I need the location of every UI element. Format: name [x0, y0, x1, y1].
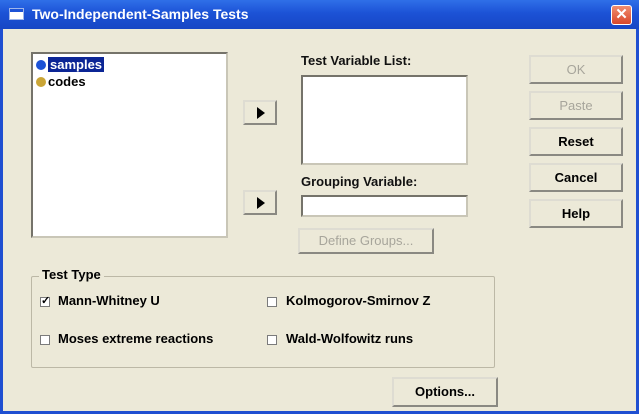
- mann-whitney-checkbox[interactable]: [40, 294, 50, 307]
- close-button[interactable]: ✕: [611, 5, 632, 25]
- ok-button[interactable]: OK: [529, 55, 623, 84]
- wald-wolfowitz-checkbox[interactable]: [267, 335, 277, 345]
- variable-item-samples[interactable]: samples: [36, 57, 105, 72]
- nominal-variable-icon: [36, 77, 46, 87]
- scale-variable-icon: [36, 60, 46, 70]
- window-icon: [9, 8, 24, 20]
- test-variable-list[interactable]: [301, 75, 468, 165]
- arrow-right-icon: [257, 197, 265, 209]
- paste-button[interactable]: Paste: [529, 91, 623, 120]
- help-button[interactable]: Help: [529, 199, 623, 228]
- title-bar[interactable]: Two-Independent-Samples Tests ✕: [0, 0, 639, 29]
- test-variable-list-label: Test Variable List:: [301, 53, 412, 68]
- move-to-test-list-button[interactable]: [243, 100, 277, 125]
- source-variable-list[interactable]: samples codes: [31, 52, 228, 238]
- arrow-right-icon: [257, 107, 265, 119]
- test-type-legend: Test Type: [39, 267, 104, 282]
- mann-whitney-label: Mann-Whitney U: [58, 293, 160, 308]
- define-groups-button[interactable]: Define Groups...: [298, 228, 434, 254]
- move-to-grouping-button[interactable]: [243, 190, 277, 215]
- grouping-variable-field[interactable]: [301, 195, 468, 217]
- test-type-group: [31, 276, 495, 368]
- dialog-window: Two-Independent-Samples Tests ✕ samples …: [0, 0, 639, 414]
- window-title: Two-Independent-Samples Tests: [32, 6, 249, 22]
- cancel-button[interactable]: Cancel: [529, 163, 623, 192]
- wald-wolfowitz-label: Wald-Wolfowitz runs: [286, 331, 414, 346]
- moses-label: Moses extreme reactions: [58, 331, 214, 346]
- options-button[interactable]: Options...: [392, 377, 498, 407]
- moses-checkbox[interactable]: [40, 335, 50, 345]
- kolmogorov-smirnov-checkbox[interactable]: [267, 297, 277, 307]
- variable-item-codes[interactable]: codes: [36, 74, 86, 89]
- grouping-variable-label: Grouping Variable:: [301, 174, 418, 189]
- reset-button[interactable]: Reset: [529, 127, 623, 156]
- kolmogorov-smirnov-label: Kolmogorov-Smirnov Z: [286, 293, 431, 308]
